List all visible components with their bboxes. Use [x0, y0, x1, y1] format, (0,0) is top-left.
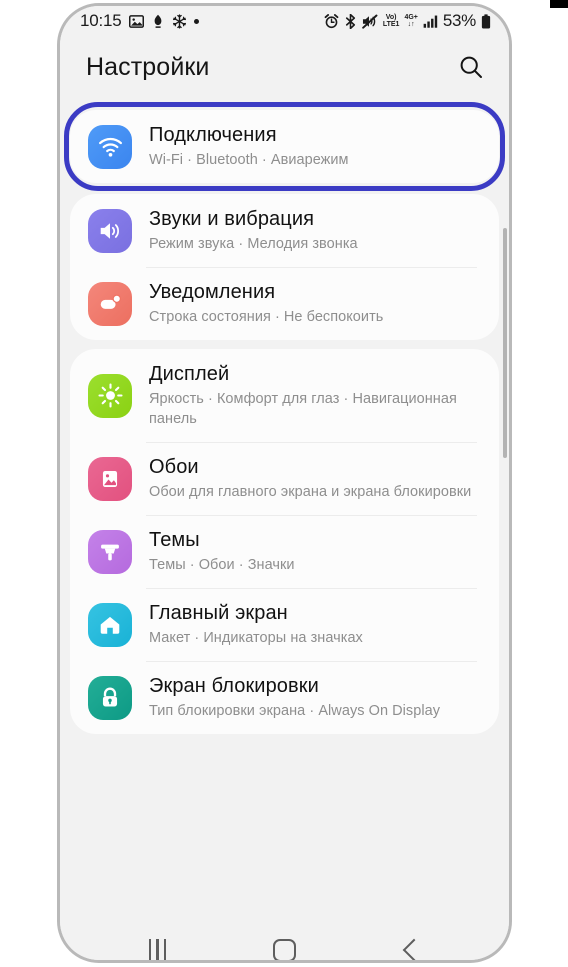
status-time: 10:15 [80, 11, 122, 30]
settings-item-subtitle: Макет · Индикаторы на значках [149, 630, 363, 646]
settings-item-text: Дисплей Яркость · Комфорт для глаз · Нав… [149, 362, 479, 429]
scrollbar-thumb[interactable] [503, 228, 507, 458]
speaker-icon [88, 208, 132, 253]
mute-icon [362, 14, 378, 29]
app-bar: Настройки [60, 36, 509, 98]
corner-registration-mark [550, 0, 568, 8]
settings-item-text: Главный экран Макет · Индикаторы на знач… [149, 601, 479, 648]
screenshot-root: 10:15 Vo) LTE1 4G+ ↓↑ 53% Настройки Подк… [0, 0, 568, 967]
data-indicator: 4G+ ↓↑ [404, 14, 418, 28]
image-icon [128, 14, 144, 29]
home-icon [88, 602, 132, 647]
battery-percent: 53% [442, 11, 476, 30]
notification-icon [88, 281, 132, 326]
settings-item-subtitle: Яркость · Комфорт для глаз · Навигационн… [149, 391, 457, 427]
settings-group-display: Дисплей Яркость · Комфорт для глаз · Нав… [70, 349, 499, 734]
settings-item-display[interactable]: Дисплей Яркость · Комфорт для глаз · Нав… [70, 349, 499, 442]
settings-item-title: Звуки и вибрация [149, 208, 315, 230]
settings-scroll-area[interactable]: Подключения Wi-Fi · Bluetooth · Авиарежи… [60, 102, 509, 922]
settings-group-connections: Подключения Wi-Fi · Bluetooth · Авиарежи… [64, 102, 505, 191]
settings-item-title: Подключения [149, 124, 277, 146]
settings-item-subtitle: Обои для главного экрана и экрана блокир… [149, 484, 472, 500]
status-bar-left: 10:15 [80, 11, 199, 31]
snowflake-icon [172, 13, 187, 29]
settings-item-text: Темы Темы · Обои · Значки [149, 528, 479, 575]
bluetooth-icon [344, 13, 357, 29]
dot-icon [193, 18, 199, 24]
settings-item-home-screen[interactable]: Главный экран Макет · Индикаторы на знач… [70, 588, 499, 661]
download-icon [151, 14, 165, 29]
signal-bars-icon [423, 15, 438, 28]
home-button-icon[interactable] [250, 927, 320, 960]
settings-item-subtitle: Wi-Fi · Bluetooth · Авиарежим [149, 152, 349, 168]
status-bar-right: Vo) LTE1 4G+ ↓↑ 53% [324, 11, 491, 31]
volte-indicator: Vo) LTE1 [382, 14, 400, 28]
phone-frame: 10:15 Vo) LTE1 4G+ ↓↑ 53% Настройки Подк… [57, 3, 512, 963]
settings-item-subtitle: Темы · Обои · Значки [149, 557, 295, 573]
status-bar: 10:15 Vo) LTE1 4G+ ↓↑ 53% [60, 6, 509, 36]
settings-item-title: Экран блокировки [149, 675, 319, 697]
settings-item-title: Главный экран [149, 602, 288, 624]
settings-item-text: Экран блокировки Тип блокировки экрана ·… [149, 674, 479, 721]
lock-icon [88, 675, 132, 720]
search-icon[interactable] [457, 53, 485, 81]
settings-item-title: Обои [149, 456, 199, 478]
settings-group-sound-notifications: Звуки и вибрация Режим звука · Мелодия з… [70, 194, 499, 340]
alarm-icon [324, 13, 339, 29]
settings-item-wallpaper[interactable]: Обои Обои для главного экрана и экрана б… [70, 442, 499, 515]
settings-item-text: Подключения Wi-Fi · Bluetooth · Авиарежи… [149, 123, 479, 170]
settings-item-notifications[interactable]: Уведомления Строка состояния · Не беспок… [70, 267, 499, 340]
battery-icon [481, 13, 491, 29]
settings-item-title: Уведомления [149, 281, 276, 303]
recents-icon[interactable] [123, 927, 193, 960]
settings-item-connections[interactable]: Подключения Wi-Fi · Bluetooth · Авиарежи… [70, 110, 499, 183]
app-bar-actions [457, 53, 485, 81]
settings-item-text: Обои Обои для главного экрана и экрана б… [149, 455, 479, 502]
picture-icon [88, 456, 132, 501]
wifi-icon [88, 124, 132, 169]
settings-item-subtitle: Режим звука · Мелодия звонка [149, 236, 358, 252]
settings-item-text: Уведомления Строка состояния · Не беспок… [149, 280, 479, 327]
settings-item-subtitle: Строка состояния · Не беспокоить [149, 309, 384, 325]
navigation-bar [60, 922, 509, 960]
settings-item-subtitle: Тип блокировки экрана · Always On Displa… [149, 703, 441, 719]
brightness-icon [88, 373, 132, 418]
back-icon[interactable] [377, 927, 447, 960]
settings-item-themes[interactable]: Темы Темы · Обои · Значки [70, 515, 499, 588]
page-title: Настройки [86, 52, 210, 81]
settings-item-text: Звуки и вибрация Режим звука · Мелодия з… [149, 207, 479, 254]
settings-item-lock-screen[interactable]: Экран блокировки Тип блокировки экрана ·… [70, 661, 499, 734]
settings-item-sounds-vibration[interactable]: Звуки и вибрация Режим звука · Мелодия з… [70, 194, 499, 267]
settings-item-title: Темы [149, 529, 200, 551]
brush-icon [88, 529, 132, 574]
settings-item-title: Дисплей [149, 363, 230, 385]
